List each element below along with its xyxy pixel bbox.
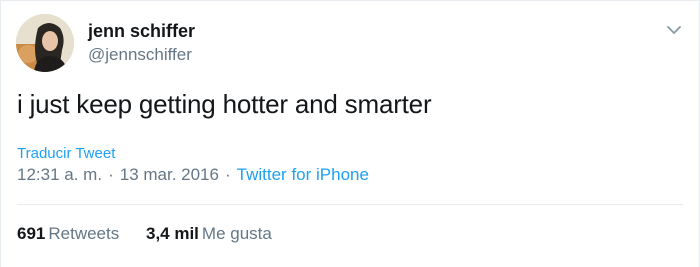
tweet-time[interactable]: 12:31 a. m. (17, 165, 102, 184)
likes-stat[interactable]: 3,4 mil Me gusta (146, 224, 272, 244)
likes-count: 3,4 mil (145, 224, 199, 243)
likes-label: Me gusta (201, 224, 272, 243)
handle[interactable]: @jennschiffer (88, 45, 192, 65)
avatar[interactable] (16, 14, 74, 72)
translate-tweet-link[interactable]: Traducir Tweet (17, 145, 115, 162)
tweet-card: jenn schiffer @jennschiffer i just keep … (0, 0, 700, 267)
meta-separator: · (224, 165, 231, 184)
retweets-stat[interactable]: 691 Retweets (17, 224, 119, 244)
retweets-label: Retweets (48, 224, 120, 243)
tweet-source-link[interactable]: Twitter for iPhone (237, 165, 369, 184)
meta-separator: · (108, 165, 114, 184)
display-name[interactable]: jenn schiffer (88, 21, 195, 42)
chevron-down-icon[interactable] (663, 19, 685, 41)
retweets-count: 691 (17, 224, 46, 243)
divider (17, 204, 683, 205)
tweet-meta: 12:31 a. m. · 13 mar. 2016 · Twitter for iPh… (17, 165, 369, 185)
tweet-date[interactable]: 13 mar. 2016 (120, 165, 219, 184)
avatar-photo-icon (16, 14, 74, 72)
tweet-text: i just keep getting hotter and smarter (17, 89, 432, 119)
tweet-stats: 691 Retweets 3,4 mil Me gusta (17, 224, 272, 244)
